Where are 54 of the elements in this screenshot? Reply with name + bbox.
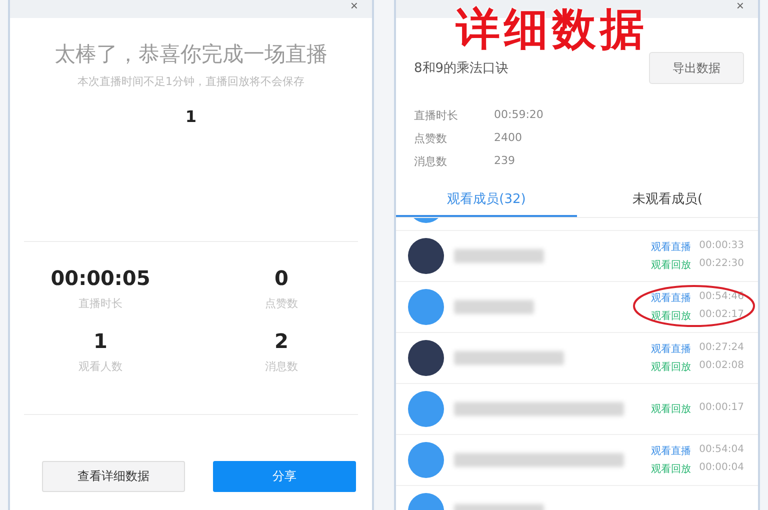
watch-time: 00:54:46 <box>699 291 744 304</box>
watch-type-label: 观看回放 <box>651 402 692 416</box>
info-value: 2400 <box>494 131 522 146</box>
members-tab[interactable]: 观看成员(32) <box>396 183 577 217</box>
watch-type-label: 观看回放 <box>651 310 692 323</box>
watch-type-label: 观看直播 <box>651 292 692 305</box>
count-value: 1 <box>185 107 197 126</box>
stat-label: 消息数 <box>265 359 298 374</box>
members-tab[interactable]: 未观看成员( <box>577 183 758 217</box>
watch-time: 00:54:04 <box>699 444 744 457</box>
watch-type-label: 观看回放 <box>651 462 692 476</box>
avatar-icon <box>408 442 444 478</box>
stat-label: 直播时长 <box>78 296 122 311</box>
stat-value: 2 <box>274 329 288 353</box>
member-row[interactable]: 观看回放 00:00:17 <box>396 384 758 435</box>
photo-placeholder <box>408 238 444 274</box>
stat-label: 观看人数 <box>78 359 122 374</box>
notice-text: 本次直播时间不足1分钟，直播回放将不会保存 <box>78 74 304 89</box>
watch-time: 00:00:33 <box>699 240 744 253</box>
watch-time: 00:00:04 <box>699 462 744 475</box>
stat-label: 点赞数 <box>265 296 298 311</box>
watch-type-label: 观看直播 <box>651 240 692 254</box>
export-button[interactable]: 导出数据 <box>649 52 744 84</box>
stat-value: 1 <box>94 329 108 353</box>
share-button[interactable]: 分享 <box>213 461 356 492</box>
watch-type-label: 观看直播 <box>651 342 692 356</box>
watch-time: 00:27:24 <box>699 342 744 355</box>
watch-time: 00:22:30 <box>699 258 744 271</box>
stat-value: 00:00:05 <box>50 266 150 290</box>
info-value: 239 <box>494 154 515 169</box>
watch-type-label: 观看直播 <box>651 444 692 458</box>
info-label: 消息数 <box>414 154 448 169</box>
stat-value: 0 <box>274 266 288 290</box>
course-title: 8和9的乘法口诀 <box>414 60 509 77</box>
member-row[interactable]: 观看直播 00:00:33 观看回放 00:22:30 <box>396 231 758 282</box>
close-button[interactable]: × <box>736 0 744 12</box>
member-row[interactable]: 观看直播 00:54:04 观看回放 00:00:04 <box>396 435 758 486</box>
info-label: 点赞数 <box>414 131 448 146</box>
watch-type-label: 观看回放 <box>651 360 692 374</box>
info-label: 直播时长 <box>414 108 459 123</box>
watch-time: 00:00:17 <box>699 402 744 415</box>
avatar-icon <box>408 289 444 325</box>
watch-time: 00:02:08 <box>699 360 744 373</box>
info-value: 00:59:20 <box>494 108 544 123</box>
annotation-text: 详细数据 <box>456 6 648 54</box>
details-button[interactable]: 查看详细数据 <box>42 461 185 492</box>
member-row[interactable]: 观看直播 00:54:46 观看回放 00:02:17 <box>396 282 758 333</box>
watch-type-label: 观看回放 <box>651 258 692 272</box>
congrats-title: 太棒了，恭喜你完成一场直播 <box>54 41 328 68</box>
member-row[interactable]: 观看直播 00:27:24 观看回放 00:02:08 <box>396 333 758 384</box>
avatar-icon <box>408 391 444 427</box>
photo-placeholder <box>408 340 444 376</box>
close-button[interactable]: × <box>350 0 358 12</box>
watch-time: 00:02:17 <box>699 309 744 322</box>
